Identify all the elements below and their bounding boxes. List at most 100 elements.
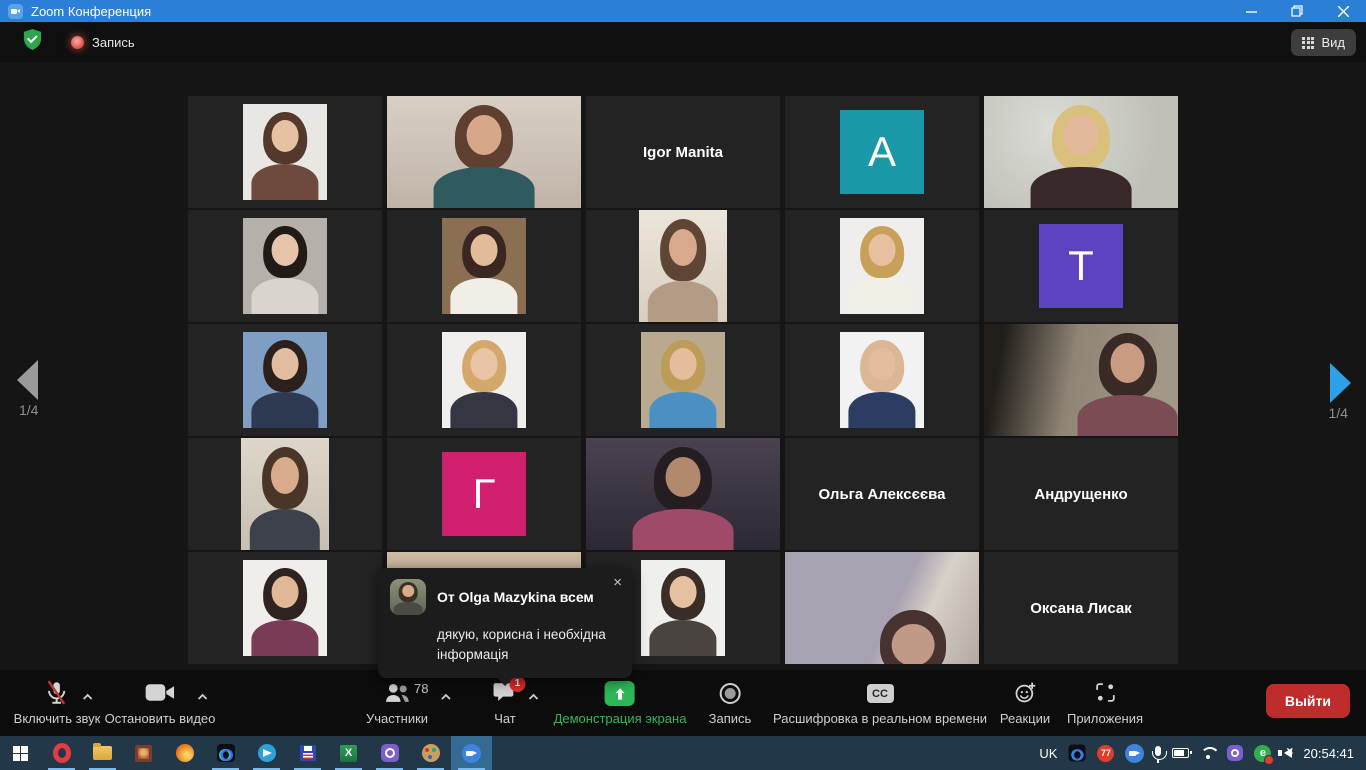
video-feed xyxy=(387,96,581,208)
participant-tile[interactable] xyxy=(387,96,581,208)
page-indicator-left: 1/4 xyxy=(19,402,39,418)
participant-tile[interactable] xyxy=(586,210,780,322)
taskbar-app-viber[interactable] xyxy=(369,736,410,770)
taskbar-app-opera[interactable] xyxy=(41,736,82,770)
participant-tile[interactable] xyxy=(387,210,581,322)
participant-tile[interactable] xyxy=(785,324,979,436)
live-transcript-label: Расшифровка в реальном времени xyxy=(772,711,988,726)
participant-tile[interactable] xyxy=(586,438,780,550)
leave-meeting-button[interactable]: Выйти xyxy=(1265,684,1350,718)
chat-notification-popup[interactable]: × От Olga Mazykina всем дякую, корисна і… xyxy=(378,568,632,685)
excel-icon xyxy=(340,744,357,762)
participant-tile[interactable] xyxy=(984,96,1178,208)
participants-label: Участники xyxy=(365,711,429,726)
popup-close-icon[interactable]: × xyxy=(613,575,622,590)
participant-tile[interactable] xyxy=(586,324,780,436)
folder-icon xyxy=(93,743,112,760)
chat-caret[interactable] xyxy=(528,689,540,704)
video-feed xyxy=(241,438,329,550)
profile-photo xyxy=(243,560,327,656)
battery-icon[interactable] xyxy=(1172,748,1193,758)
video-grid: Igor Manita A T Г Ольга Алексєєва Андрущенко О… xyxy=(188,96,1178,664)
taskbar-app-firefox[interactable] xyxy=(164,736,205,770)
taskbar-app-telegram[interactable] xyxy=(246,736,287,770)
participant-name: Оксана Лисак xyxy=(1030,599,1132,617)
profile-photo xyxy=(840,218,924,314)
close-button[interactable] xyxy=(1320,0,1366,22)
zoom-app-icon xyxy=(8,3,23,19)
viber-icon xyxy=(380,744,399,762)
zoom-tray-icon[interactable] xyxy=(1125,743,1145,763)
recording-label: Запись xyxy=(92,34,135,50)
minimize-button[interactable] xyxy=(1228,0,1274,22)
language-indicator[interactable]: UK xyxy=(1039,746,1057,761)
chat-message-text: дякую, корисна і необхідна інформація xyxy=(437,627,606,663)
sender-avatar xyxy=(390,579,426,615)
restore-button[interactable] xyxy=(1274,0,1320,22)
participant-tile[interactable] xyxy=(984,324,1178,436)
participants-button[interactable]: 78 Участники xyxy=(365,677,451,726)
profile-photo xyxy=(641,332,725,428)
taskbar-app-start[interactable] xyxy=(0,736,41,770)
record-button[interactable]: Запись xyxy=(708,677,752,726)
profile-photo xyxy=(840,332,924,428)
grid-view-icon xyxy=(1302,36,1315,49)
participants-caret[interactable] xyxy=(439,689,451,704)
participant-name: Igor Manita xyxy=(642,143,723,161)
profile-photo xyxy=(243,218,327,314)
profile-photo xyxy=(442,332,526,428)
participant-tile[interactable] xyxy=(188,96,382,208)
share-screen-button[interactable]: Демонстрация экрана xyxy=(554,677,686,726)
profile-photo xyxy=(243,332,327,428)
mute-options-caret[interactable] xyxy=(82,689,94,704)
viber-tray-icon[interactable] xyxy=(1227,745,1244,761)
taskbar-app-wapp[interactable] xyxy=(205,736,246,770)
mute-label: Включить звук xyxy=(13,711,101,726)
reactions-button[interactable]: Реакции xyxy=(1000,677,1050,726)
reactions-label: Реакции xyxy=(999,711,1051,726)
participant-tile[interactable] xyxy=(188,210,382,322)
speaker-muted-icon[interactable] xyxy=(1278,745,1293,758)
record-label: Запись xyxy=(708,711,752,726)
previous-page-arrow[interactable] xyxy=(17,360,38,400)
wifi-icon[interactable] xyxy=(1200,747,1216,760)
taskbar-app-floppy[interactable] xyxy=(287,736,328,770)
notification-badge[interactable]: 77 xyxy=(1097,744,1115,762)
apps-button[interactable]: Приложения xyxy=(1067,677,1143,726)
taskbar-app-palette[interactable] xyxy=(410,736,451,770)
security-shield-icon[interactable] xyxy=(22,28,43,56)
participant-tile[interactable]: Оксана Лисак xyxy=(984,552,1178,664)
participant-tile[interactable] xyxy=(785,552,979,664)
participant-tile[interactable] xyxy=(387,324,581,436)
view-button[interactable]: Вид xyxy=(1291,29,1356,56)
wapp-tray-icon[interactable] xyxy=(1068,744,1086,762)
participant-tile[interactable]: A xyxy=(785,96,979,208)
apps-label: Приложения xyxy=(1066,711,1144,726)
profile-photo xyxy=(641,560,725,656)
next-page-arrow[interactable] xyxy=(1330,363,1351,403)
microphone-tray-icon[interactable] xyxy=(1151,745,1167,763)
participants-count: 78 xyxy=(414,680,429,696)
closed-captions-icon: CC xyxy=(866,684,894,703)
participant-tile[interactable] xyxy=(785,210,979,322)
taskbar-app-zoomcam[interactable] xyxy=(451,736,492,770)
participant-tile[interactable]: T xyxy=(984,210,1178,322)
clock[interactable]: 20:54:41 xyxy=(1303,746,1354,761)
antivirus-tray-icon[interactable] xyxy=(1254,744,1275,765)
participant-tile[interactable] xyxy=(188,324,382,436)
participant-tile[interactable] xyxy=(188,552,382,664)
participant-tile[interactable]: Г xyxy=(387,438,581,550)
stop-video-button[interactable]: Остановить видео xyxy=(104,677,216,726)
video-options-caret[interactable] xyxy=(197,689,209,704)
participant-tile[interactable]: Igor Manita xyxy=(586,96,780,208)
participant-tile[interactable]: Андрущенко xyxy=(984,438,1178,550)
participant-tile[interactable] xyxy=(188,438,382,550)
participant-tile[interactable]: Ольга Алексєєва xyxy=(785,438,979,550)
stop-video-label: Остановить видео xyxy=(104,711,216,726)
live-transcript-button[interactable]: CC Расшифровка в реальном времени xyxy=(773,677,987,726)
taskbar-app-excel[interactable] xyxy=(328,736,369,770)
taskbar-app-photo[interactable] xyxy=(123,736,164,770)
taskbar-app-folder[interactable] xyxy=(82,736,123,770)
system-tray: UK 77 20:54:41 xyxy=(1039,736,1366,770)
mute-button[interactable]: Включить звук xyxy=(13,677,101,726)
